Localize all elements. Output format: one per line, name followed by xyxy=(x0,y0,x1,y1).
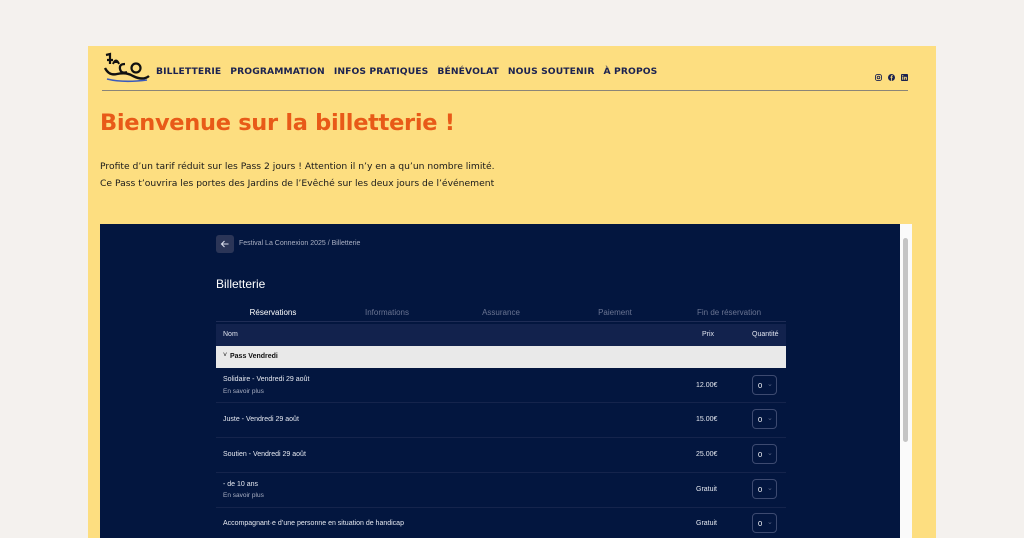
page-title: Bienvenue sur la billetterie ! xyxy=(100,110,455,136)
step-informations[interactable]: Informations xyxy=(330,308,444,317)
ticket-name: Juste - Vendredi 29 août xyxy=(223,416,299,423)
la-co-logo[interactable] xyxy=(103,52,151,84)
step-paiement[interactable]: Paiement xyxy=(558,308,672,317)
quantity-select[interactable]: 0 ⌄ xyxy=(752,375,777,395)
facebook-icon[interactable] xyxy=(888,68,895,81)
table-row: Juste - Vendredi 29 août 15.00€ 0 ⌄ xyxy=(216,403,786,438)
table-row: Accompagnant·e d’une personne en situati… xyxy=(216,508,786,538)
table-row: - de 10 ans En savoir plus Gratuit 0 ⌄ xyxy=(216,473,786,508)
ticket-name: Accompagnant·e d’une personne en situati… xyxy=(223,520,404,527)
nav-billetterie[interactable]: BILLETTERIE xyxy=(156,66,221,77)
scrollbar-thumb[interactable] xyxy=(903,238,908,442)
table-row: Soutien - Vendredi 29 août 25.00€ 0 ⌄ xyxy=(216,438,786,473)
ticket-name: Solidaire - Vendredi 29 août xyxy=(223,376,310,383)
widget-title: Billetterie xyxy=(216,277,266,291)
table-row: Solidaire - Vendredi 29 août En savoir p… xyxy=(216,368,786,403)
scrollbar[interactable] xyxy=(900,224,912,538)
chevron-down-icon: ˅ xyxy=(223,352,228,359)
quantity-select[interactable]: 0 ⌄ xyxy=(752,409,777,429)
nav-infos-pratiques[interactable]: INFOS PRATIQUES xyxy=(334,66,429,77)
ticket-name: - de 10 ans xyxy=(223,481,259,488)
chevron-down-icon: ⌄ xyxy=(767,519,773,526)
arrow-left-icon xyxy=(220,240,229,248)
chevron-down-icon: ⌄ xyxy=(767,415,773,422)
ticketing-widget: Festival La Connexion 2025 / Billetterie… xyxy=(100,224,912,538)
instagram-icon[interactable] xyxy=(875,68,882,81)
chevron-down-icon: ⌄ xyxy=(767,485,773,492)
intro-text: Profite d’un tarif réduit sur les Pass 2… xyxy=(100,162,495,196)
quantity-select[interactable]: 0 ⌄ xyxy=(752,513,777,533)
column-price: Prix xyxy=(702,331,715,338)
breadcrumb: Festival La Connexion 2025 / Billetterie xyxy=(239,240,361,247)
nav-programmation[interactable]: PROGRAMMATION xyxy=(230,66,325,77)
ticket-name: Soutien - Vendredi 29 août xyxy=(223,451,306,458)
site-page: BILLETTERIE PROGRAMMATION INFOS PRATIQUE… xyxy=(88,46,936,538)
ticket-price: 15.00€ xyxy=(696,416,718,423)
quantity-value: 0 xyxy=(758,381,763,390)
social-links xyxy=(875,68,908,81)
quantity-value: 0 xyxy=(758,450,763,459)
chevron-down-icon: ⌄ xyxy=(767,381,773,388)
column-name: Nom xyxy=(223,331,238,338)
quantity-value: 0 xyxy=(758,415,763,424)
ticket-price: Gratuit xyxy=(696,486,718,493)
ticket-price: 25.00€ xyxy=(696,451,718,458)
table-header: Nom Prix Quantité xyxy=(216,324,786,346)
quantity-value: 0 xyxy=(758,519,763,528)
intro-line-1: Profite d’un tarif réduit sur les Pass 2… xyxy=(100,161,495,172)
nav-a-propos[interactable]: À PROPOS xyxy=(604,66,658,77)
linkedin-icon[interactable] xyxy=(901,68,908,81)
group-pass-vendredi[interactable]: ˅ Pass Vendredi xyxy=(216,346,786,368)
quantity-value: 0 xyxy=(758,485,763,494)
more-info-link[interactable]: En savoir plus xyxy=(223,492,264,499)
steps-divider xyxy=(216,321,786,322)
step-assurance[interactable]: Assurance xyxy=(444,308,558,317)
step-fin-de-reservation[interactable]: Fin de réservation xyxy=(672,308,786,317)
group-label: Pass Vendredi xyxy=(230,353,278,360)
more-info-link[interactable]: En savoir plus xyxy=(223,388,264,395)
nav-benevolat[interactable]: BÉNÉVOLAT xyxy=(437,66,498,77)
column-quantity: Quantité xyxy=(752,331,779,338)
step-reservations[interactable]: Réservations xyxy=(216,308,330,317)
quantity-select[interactable]: 0 ⌄ xyxy=(752,444,777,464)
main-nav: BILLETTERIE PROGRAMMATION INFOS PRATIQUE… xyxy=(156,66,657,77)
intro-line-2: Ce Pass t’ouvrira les portes des Jardins… xyxy=(100,178,495,189)
nav-nous-soutenir[interactable]: NOUS SOUTENIR xyxy=(508,66,595,77)
booking-steps: Réservations Informations Assurance Paie… xyxy=(216,308,786,317)
chevron-down-icon: ⌄ xyxy=(767,450,773,457)
site-header: BILLETTERIE PROGRAMMATION INFOS PRATIQUE… xyxy=(102,52,908,91)
ticket-price: Gratuit xyxy=(696,520,718,527)
back-button[interactable] xyxy=(216,235,234,253)
quantity-select[interactable]: 0 ⌄ xyxy=(752,479,777,499)
ticket-price: 12.00€ xyxy=(696,382,718,389)
